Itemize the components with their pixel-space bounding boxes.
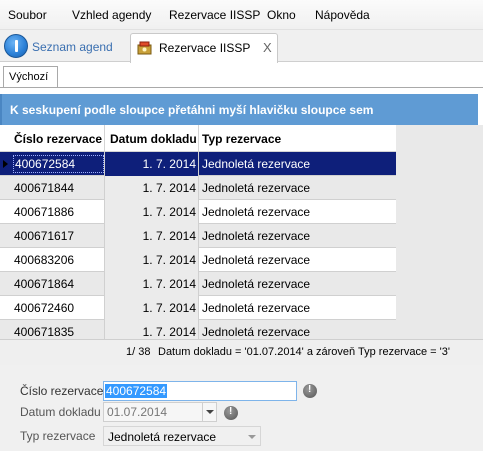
cell-datum-dokladu: 1. 7. 2014 bbox=[142, 301, 196, 315]
document-date-value: 01.07.2014 bbox=[107, 405, 168, 419]
table-row[interactable]: 400671844 1. 7. 2014 Jednoletá rezervace bbox=[0, 176, 396, 200]
current-row-indicator bbox=[3, 160, 8, 168]
cell-cislo-rezervace: 400683206 bbox=[14, 253, 75, 267]
menu-bar: Soubor Vzhled agendy Rezervace IISSP Okn… bbox=[0, 0, 483, 30]
document-date-label: Datum dokladu bbox=[20, 405, 101, 419]
cell-typ-rezervace: Jednoletá rezervace bbox=[202, 205, 311, 219]
tab-seznam-agend[interactable]: Seznam agend bbox=[4, 33, 124, 59]
cell-cislo-rezervace: 400671844 bbox=[14, 181, 75, 195]
reservations-grid: Číslo rezervace Datum dokladu Typ rezerv… bbox=[0, 125, 396, 339]
cell-typ-rezervace: Jednoletá rezervace bbox=[202, 229, 311, 243]
chevron-down-icon bbox=[248, 435, 256, 439]
grid-empty-area bbox=[396, 125, 483, 339]
column-header-typ-rezervace[interactable]: Typ rezervace bbox=[202, 132, 281, 146]
menu-napoveda[interactable]: Nápověda bbox=[315, 8, 370, 22]
menu-rezervace-iissp[interactable]: Rezervace IISSP bbox=[169, 8, 260, 22]
cell-typ-rezervace: Jednoletá rezervace bbox=[202, 325, 311, 339]
info-icon bbox=[4, 34, 28, 58]
tab-vychozi[interactable]: Výchozí bbox=[3, 66, 58, 88]
column-separator[interactable] bbox=[104, 125, 105, 152]
table-row[interactable]: 400672460 1. 7. 2014 Jednoletá rezervace bbox=[0, 296, 396, 320]
reservation-type-label: Typ rezervace bbox=[20, 429, 96, 443]
grid-header: Číslo rezervace Datum dokladu Typ rezerv… bbox=[0, 125, 396, 152]
filter-expression[interactable]: Datum dokladu = '01.07.2014' a zároveň T… bbox=[158, 346, 450, 358]
cell-datum-dokladu: 1. 7. 2014 bbox=[142, 157, 196, 171]
menu-soubor[interactable]: Soubor bbox=[8, 8, 47, 22]
cell-datum-dokladu: 1. 7. 2014 bbox=[142, 205, 196, 219]
grid-footer: 1/ 38 Datum dokladu = '01.07.2014' a zár… bbox=[0, 339, 483, 365]
chevron-down-icon[interactable] bbox=[202, 403, 216, 421]
alert-icon bbox=[224, 406, 238, 420]
reservation-number-label: Číslo rezervace bbox=[20, 384, 104, 398]
document-date-field[interactable]: 01.07.2014 bbox=[103, 402, 217, 422]
cell-typ-rezervace: Jednoletá rezervace bbox=[202, 157, 311, 171]
cell-cislo-rezervace: 400672584 bbox=[13, 155, 104, 173]
cell-cislo-rezervace: 400672460 bbox=[14, 301, 75, 315]
table-row[interactable]: 400672584 1. 7. 2014 Jednoletá rezervace bbox=[0, 152, 396, 176]
table-row[interactable]: 400671835 1. 7. 2014 Jednoletá rezervace bbox=[0, 320, 396, 339]
cell-datum-dokladu: 1. 7. 2014 bbox=[142, 277, 196, 291]
tab-strip: Seznam agend Rezervace IISSP X bbox=[0, 30, 483, 63]
cell-datum-dokladu: 1. 7. 2014 bbox=[142, 229, 196, 243]
record-counter: 1/ 38 bbox=[126, 346, 151, 358]
cell-cislo-rezervace: 400671886 bbox=[14, 205, 75, 219]
reservation-type-select[interactable]: Jednoletá rezervace bbox=[103, 426, 261, 446]
reservation-number-field[interactable]: 400672584 bbox=[103, 381, 297, 401]
table-row[interactable]: 400671886 1. 7. 2014 Jednoletá rezervace bbox=[0, 200, 396, 224]
column-header-datum-dokladu[interactable]: Datum dokladu bbox=[110, 132, 197, 146]
cell-datum-dokladu: 1. 7. 2014 bbox=[142, 325, 196, 339]
column-header-cislo-rezervace[interactable]: Číslo rezervace bbox=[14, 132, 102, 146]
table-row[interactable]: 400671617 1. 7. 2014 Jednoletá rezervace bbox=[0, 224, 396, 248]
cell-typ-rezervace: Jednoletá rezervace bbox=[202, 301, 311, 315]
cell-datum-dokladu: 1. 7. 2014 bbox=[142, 181, 196, 195]
reservation-number-value: 400672584 bbox=[105, 384, 168, 398]
menu-vzhled-agendy[interactable]: Vzhled agendy bbox=[72, 8, 151, 22]
cell-typ-rezervace: Jednoletá rezervace bbox=[202, 277, 311, 291]
tab-rezervace-iissp[interactable]: Rezervace IISSP X bbox=[130, 33, 278, 63]
cell-cislo-rezervace: 400671835 bbox=[14, 325, 75, 339]
column-separator[interactable] bbox=[198, 125, 199, 152]
cell-datum-dokladu: 1. 7. 2014 bbox=[142, 253, 196, 267]
reservation-type-value: Jednoletá rezervace bbox=[108, 430, 217, 444]
table-row[interactable]: 400671864 1. 7. 2014 Jednoletá rezervace bbox=[0, 272, 396, 296]
reservation-icon bbox=[137, 41, 152, 55]
divider bbox=[0, 87, 483, 88]
tab-seznam-agend-label: Seznam agend bbox=[32, 40, 113, 54]
cell-typ-rezervace: Jednoletá rezervace bbox=[202, 181, 311, 195]
tab-vychozi-label: Výchozí bbox=[9, 71, 49, 83]
close-icon[interactable]: X bbox=[263, 40, 272, 55]
tab-rezervace-iissp-label: Rezervace IISSP bbox=[159, 41, 251, 55]
alert-icon bbox=[303, 384, 317, 398]
group-by-panel[interactable]: K seskupení podle sloupce přetáhni myší … bbox=[0, 94, 478, 125]
cell-cislo-rezervace: 400671864 bbox=[14, 277, 75, 291]
group-by-hint: K seskupení podle sloupce přetáhni myší … bbox=[10, 103, 374, 117]
cell-typ-rezervace: Jednoletá rezervace bbox=[202, 253, 311, 267]
menu-okno[interactable]: Okno bbox=[267, 8, 296, 22]
cell-cislo-rezervace: 400671617 bbox=[14, 229, 75, 243]
table-row[interactable]: 400683206 1. 7. 2014 Jednoletá rezervace bbox=[0, 248, 396, 272]
